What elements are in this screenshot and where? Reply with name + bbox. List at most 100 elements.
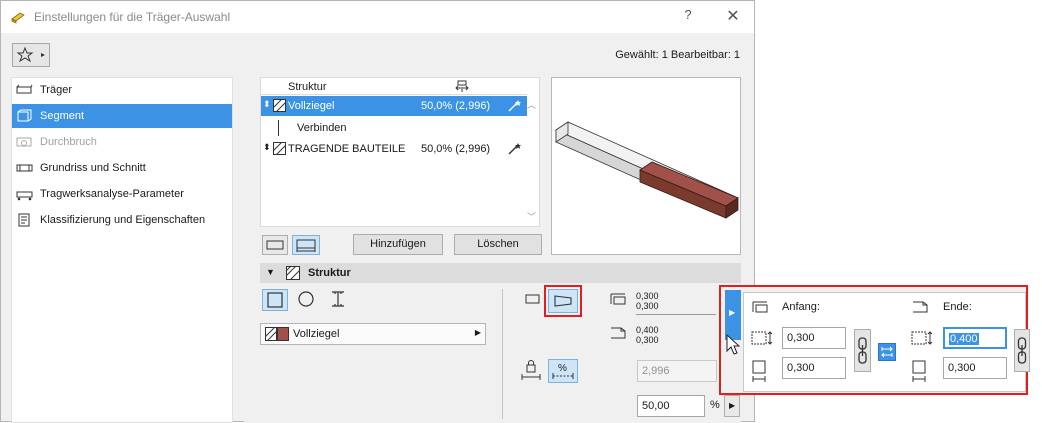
end-profile-icon [913,301,928,313]
end-height-field[interactable]: 0,300 [943,357,1007,379]
swap-arrows-icon [881,346,893,358]
floor-plan-icon [16,164,33,172]
end-link-button[interactable] [1014,329,1030,372]
i-profile-button[interactable] [326,289,352,311]
list-item-verbinden[interactable]: Verbinden [261,118,527,138]
start-height-field[interactable]: 0,300 [782,357,846,379]
tapered-mode-button[interactable] [292,235,320,255]
list-item-value: 50,0% (2,996) [421,100,491,112]
sidebar-item-segment[interactable]: Segment [12,104,232,128]
chain-link-icon [1017,337,1027,364]
circle-icon [298,291,314,307]
end-width-field[interactable]: 0,400 [943,327,1007,349]
sidebar-item-label: Durchbruch [40,136,97,148]
submenu-arrow-icon: ▶ [729,401,736,410]
swap-start-end-button[interactable] [878,343,896,361]
tapered-section-icon [554,295,572,307]
length-field[interactable]: 2,996 [637,360,717,382]
list-item-tragende-bauteile[interactable]: ⬍ TRAGENDE BAUTEILE 50,0% (2,996) [261,139,527,159]
collapse-triangle-icon[interactable]: ▼ [266,267,275,277]
end-bottom-value: 0,300 [636,335,659,345]
svg-text:%: % [558,363,567,374]
circular-profile-button[interactable] [294,289,320,311]
drag-handle-icon[interactable]: ⬍ [263,99,271,110]
end-label: Ende: [943,301,972,313]
end-profile-icon [611,327,626,339]
sidebar-item-durchbruch[interactable]: Durchbruch [12,130,232,154]
vertical-divider [502,289,503,419]
uniform-section-button[interactable] [524,290,542,308]
classification-icon [18,213,30,227]
start-label: Anfang: [782,301,820,313]
close-button[interactable]: ✕ [723,6,743,26]
window-title: Einstellungen für die Träger-Auswahl [34,10,231,24]
favorites-button[interactable] [12,43,50,67]
popup-content: Anfang: 0,300 0,300 Ende: 0,400 0,300 [743,292,1030,392]
percent-field[interactable]: 50,00 [637,395,705,417]
hatch-pattern-icon [286,266,300,280]
help-button[interactable]: ? [678,7,698,27]
sidebar-item-label: Tragwerksanalyse-Parameter [40,188,184,200]
list-item-vollziegel[interactable]: ⬍ Vollziegel 50,0% (2,996) [261,96,527,116]
fraction-column-icon [455,80,469,92]
material-label: Vollziegel [293,328,340,340]
width-dimension-icon [911,331,933,345]
beam-app-icon [11,12,25,24]
start-link-button[interactable] [854,329,871,372]
segment-icon [17,109,32,122]
rectangular-profile-button[interactable] [262,289,288,311]
straight-mode-button[interactable] [262,235,288,255]
end-top-value: 0,400 [636,325,659,335]
uniform-section-icon [525,294,540,304]
rectangle-icon [266,240,284,250]
list-scrollbar[interactable]: ︿ ﹀ [525,78,539,226]
list-item-label: Verbinden [297,122,347,134]
collapse-arrow-icon: ▶ [729,308,736,317]
hatch-pattern-icon [273,142,286,155]
start-bottom-value: 0,300 [636,301,659,311]
percent-menu-button[interactable]: ▶ [724,395,740,417]
scroll-down-icon[interactable]: ﹀ [527,210,536,223]
sidebar-item-label: Grundriss und Schnitt [40,162,146,174]
favorites-icon [16,46,45,63]
start-profile-icon [752,301,768,313]
delete-button[interactable]: Löschen [454,234,542,255]
percent-mode-button[interactable]: % [548,359,578,383]
sidebar-item-label: Segment [40,110,85,122]
opening-icon [16,137,32,147]
start-width-field[interactable]: 0,300 [782,327,846,349]
sidebar-item-label: Träger [40,84,72,96]
beam-icon [16,84,33,94]
lock-length-icon[interactable] [520,360,542,382]
beam-preview[interactable] [551,77,741,255]
list-header: Struktur [261,78,527,95]
section-title: Struktur [308,267,351,279]
drag-handle-icon[interactable]: ⬍ [263,142,271,153]
start-top-value: 0,300 [636,291,659,301]
hatch-pattern-icon [273,99,286,112]
main-panel: Struktur ⬍ Vollziegel 50,0% (2,996) Verb… [244,77,741,423]
structure-section-header[interactable]: ▼ Struktur [260,263,741,283]
structure-list: Struktur ⬍ Vollziegel 50,0% (2,996) Verb… [260,77,540,227]
tapered-icon [296,239,316,252]
add-button[interactable]: Hinzufügen [353,234,443,255]
sidebar-item-tragwerk[interactable]: Tragwerksanalyse-Parameter [12,182,232,206]
height-dimension-icon [752,360,766,382]
sidebar-item-traeger[interactable]: Träger [12,78,232,102]
sidebar-item-klassifizierung[interactable]: Klassifizierung und Eigenschaften [12,208,232,232]
chain-link-icon [858,337,867,364]
wand-icon[interactable] [507,142,523,156]
scroll-up-icon[interactable]: ︿ [527,98,536,111]
wand-icon[interactable] [507,99,523,113]
start-profile-icon [610,293,626,305]
tapered-section-button[interactable] [548,289,578,313]
material-swatch-icon [265,327,289,341]
dimension-line [636,314,716,315]
connector-line [278,120,279,136]
beam-3d-image [555,121,739,219]
sidebar-item-grundriss[interactable]: Grundriss und Schnitt [12,156,232,180]
percent-icon: % [552,363,574,379]
settings-dialog: Einstellungen für die Träger-Auswahl ? ✕… [0,0,755,423]
height-dimension-icon [912,360,926,382]
material-select[interactable]: Vollziegel ▶ [260,323,486,345]
